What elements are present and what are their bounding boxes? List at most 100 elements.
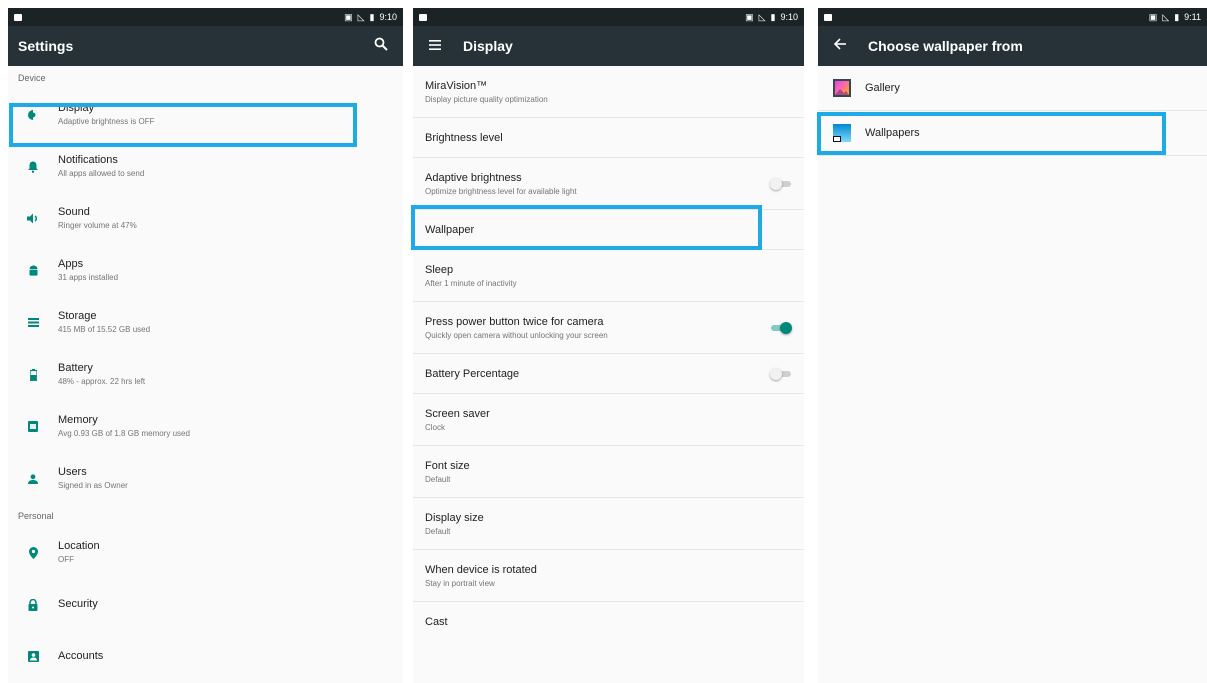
page-title: Settings: [18, 38, 74, 54]
battery-icon: [8, 367, 58, 382]
page-title: Choose wallpaper from: [868, 38, 1023, 54]
display-item-power-button-camera[interactable]: Press power button twice for camera Quick…: [413, 302, 804, 354]
item-title: Security: [58, 598, 98, 610]
wallpapers-icon: [833, 124, 851, 142]
settings-item-users[interactable]: Users Signed in as Owner: [8, 452, 403, 504]
app-bar: Settings: [8, 26, 403, 66]
display-item-font-size[interactable]: Font size Default: [413, 446, 804, 498]
settings-item-accounts[interactable]: Accounts: [8, 630, 403, 682]
nfc-icon: ▣: [745, 11, 754, 22]
status-bar: ▣ ◺ ▮ 9:10: [413, 8, 804, 26]
account-box-icon: [8, 649, 58, 663]
battery-status-icon: ▮: [1174, 11, 1180, 22]
item-title: When device is rotated: [425, 563, 537, 576]
bell-icon: [8, 159, 58, 173]
item-title: Sound: [58, 206, 90, 218]
item-subtitle: Avg 0.93 GB of 1.8 GB memory used: [58, 429, 190, 438]
adaptive-brightness-toggle[interactable]: [770, 177, 792, 191]
battery-percentage-toggle[interactable]: [770, 367, 792, 381]
item-subtitle: 31 apps installed: [58, 273, 119, 282]
item-subtitle: Ringer volume at 47%: [58, 221, 137, 230]
settings-item-sound[interactable]: Sound Ringer volume at 47%: [8, 192, 403, 244]
item-subtitle: Display picture quality optimization: [425, 94, 548, 104]
notification-icon: [14, 13, 22, 21]
memory-icon: [8, 419, 58, 433]
item-title: Display size: [425, 511, 484, 524]
item-title: Display: [58, 102, 95, 114]
settings-item-memory[interactable]: Memory Avg 0.93 GB of 1.8 GB memory used: [8, 400, 403, 452]
settings-item-location[interactable]: Location OFF: [8, 526, 403, 578]
item-title: Apps: [58, 258, 84, 270]
settings-item-apps[interactable]: Apps 31 apps installed: [8, 244, 403, 296]
item-title: Wallpapers: [865, 127, 920, 139]
display-item-brightness-level[interactable]: Brightness level: [413, 118, 804, 158]
settings-item-storage[interactable]: Storage 415 MB of 15.52 GB used: [8, 296, 403, 348]
no-signal-icon: ◺: [1162, 11, 1170, 22]
power-button-camera-toggle[interactable]: [770, 321, 792, 335]
item-title: Adaptive brightness: [425, 171, 522, 184]
no-signal-icon: ◺: [357, 11, 365, 22]
nfc-icon: ▣: [344, 11, 353, 22]
status-time: 9:10: [379, 12, 397, 22]
item-subtitle: Default: [425, 526, 451, 536]
wallpaper-source-wallpapers[interactable]: Wallpapers: [818, 111, 1207, 156]
item-subtitle: 415 MB of 15.52 GB used: [58, 325, 151, 334]
item-title: Notifications: [58, 154, 118, 166]
item-title: Battery: [58, 362, 93, 374]
search-icon[interactable]: [369, 37, 393, 56]
display-screen: ▣ ◺ ▮ 9:10 Display MiraVision™ Display pi…: [413, 8, 804, 683]
settings-screen: ▣ ◺ ▮ 9:10 Settings Device Display Adapti…: [8, 8, 403, 683]
display-item-rotation[interactable]: When device is rotated Stay in portrait v…: [413, 550, 804, 602]
item-subtitle: OFF: [58, 555, 74, 564]
settings-item-display[interactable]: Display Adaptive brightness is OFF: [8, 88, 403, 140]
item-subtitle: Signed in as Owner: [58, 481, 128, 490]
item-subtitle: 48% - approx. 22 hrs left: [58, 377, 146, 386]
item-title: Brightness level: [425, 131, 503, 144]
item-subtitle: Clock: [425, 422, 446, 432]
status-bar: ▣ ◺ ▮ 9:11: [818, 8, 1207, 26]
item-title: MiraVision™: [425, 79, 488, 92]
item-subtitle: Quickly open camera without unlocking yo…: [425, 330, 608, 340]
person-icon: [8, 471, 58, 485]
display-item-display-size[interactable]: Display size Default: [413, 498, 804, 550]
display-item-battery-percentage[interactable]: Battery Percentage: [413, 354, 804, 394]
display-item-cast[interactable]: Cast: [413, 602, 804, 642]
battery-status-icon: ▮: [770, 11, 776, 22]
notification-icon: [824, 13, 832, 21]
item-title: Sleep: [425, 263, 454, 276]
display-item-screen-saver[interactable]: Screen saver Clock: [413, 394, 804, 446]
item-title: Storage: [58, 310, 97, 322]
settings-item-security[interactable]: Security: [8, 578, 403, 630]
lock-icon: [8, 597, 58, 611]
wallpaper-source-gallery[interactable]: Gallery: [818, 66, 1207, 111]
status-time: 9:11: [1184, 12, 1201, 22]
status-bar: ▣ ◺ ▮ 9:10: [8, 8, 403, 26]
item-title: Location: [58, 540, 100, 552]
item-title: Screen saver: [425, 407, 490, 420]
volume-icon: [8, 211, 58, 225]
settings-item-notifications[interactable]: Notifications All apps allowed to send: [8, 140, 403, 192]
item-title: Cast: [425, 616, 448, 628]
location-icon: [8, 545, 58, 559]
battery-status-icon: ▮: [369, 11, 375, 22]
settings-item-battery[interactable]: Battery 48% - approx. 22 hrs left: [8, 348, 403, 400]
display-item-miravision[interactable]: MiraVision™ Display picture quality optim…: [413, 66, 804, 118]
item-title: Accounts: [58, 650, 104, 662]
brightness-icon: [8, 107, 58, 121]
display-item-wallpaper[interactable]: Wallpaper: [413, 210, 804, 250]
display-item-sleep[interactable]: Sleep After 1 minute of inactivity: [413, 250, 804, 302]
item-title: Users: [58, 466, 87, 478]
page-title: Display: [463, 38, 513, 54]
item-title: Battery Percentage: [425, 367, 520, 380]
gallery-icon: [833, 79, 851, 97]
display-item-adaptive-brightness[interactable]: Adaptive brightness Optimize brightness l…: [413, 158, 804, 210]
item-subtitle: Stay in portrait view: [425, 578, 495, 588]
item-title: Press power button twice for camera: [425, 315, 604, 328]
back-arrow-icon[interactable]: [828, 37, 852, 55]
menu-icon[interactable]: [423, 37, 447, 55]
item-subtitle: After 1 minute of inactivity: [425, 278, 517, 288]
item-title: Gallery: [865, 82, 900, 94]
app-bar: Choose wallpaper from: [818, 26, 1207, 66]
item-subtitle: Default: [425, 474, 451, 484]
wallpaper-chooser-screen: ▣ ◺ ▮ 9:11 Choose wallpaper from Gallery…: [818, 8, 1207, 683]
